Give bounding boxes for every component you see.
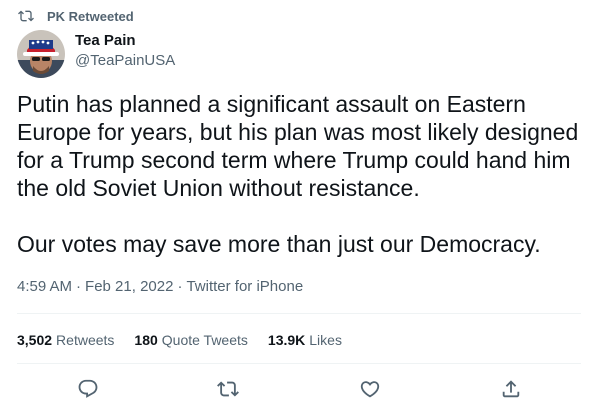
tweet-date[interactable]: Feb 21, 2022 — [85, 278, 173, 295]
likes-stat[interactable]: 13.9K Likes — [268, 332, 342, 348]
quote-tweets-stat[interactable]: 180 Quote Tweets — [134, 332, 248, 348]
avatar[interactable] — [17, 30, 65, 78]
reply-button[interactable] — [75, 376, 101, 402]
quote-tweets-count: 180 — [134, 332, 158, 348]
likes-count: 13.9K — [267, 332, 306, 348]
like-button[interactable] — [357, 376, 383, 402]
author-display-name[interactable]: Tea Pain — [75, 31, 175, 51]
retweets-stat[interactable]: 3,502 Retweets — [17, 332, 114, 348]
tweet-text: Putin has planned a significant assault … — [17, 91, 579, 257]
tweet-source[interactable]: Twitter for iPhone — [186, 278, 303, 295]
tweet-stats: 3,502 Retweets 180 Quote Tweets 13.9K Likes — [17, 330, 362, 350]
likes-label: Likes — [309, 332, 342, 348]
quote-tweets-label: Quote Tweets — [161, 332, 248, 348]
retweets-count: 3,502 — [17, 332, 53, 348]
author-handle[interactable]: @TeaPainUSA — [75, 51, 175, 71]
tweet-card: PK Retweeted Tea Pain @TeaPainUSA Putin … — [0, 0, 598, 413]
retweet-icon — [217, 378, 239, 400]
author-block: Tea Pain @TeaPainUSA — [17, 30, 175, 78]
meta-separator: · — [76, 277, 82, 295]
retweets-label: Retweets — [56, 332, 115, 348]
divider — [17, 313, 581, 314]
share-button[interactable] — [498, 376, 524, 402]
divider — [17, 363, 581, 364]
heart-icon — [359, 378, 381, 400]
reply-icon — [77, 378, 99, 400]
tweet-actions — [0, 376, 598, 402]
share-icon — [500, 378, 522, 400]
tweet-time[interactable]: 4:59 AM — [17, 278, 72, 295]
meta-separator: · — [177, 277, 183, 295]
retweet-banner-label: PK Retweeted — [47, 8, 134, 24]
retweet-icon — [18, 8, 34, 24]
retweet-button[interactable] — [215, 376, 241, 402]
tweet-meta: 4:59 AM · Feb 21, 2022 · Twitter for iPh… — [17, 276, 303, 296]
retweet-banner[interactable]: PK Retweeted — [18, 7, 134, 25]
